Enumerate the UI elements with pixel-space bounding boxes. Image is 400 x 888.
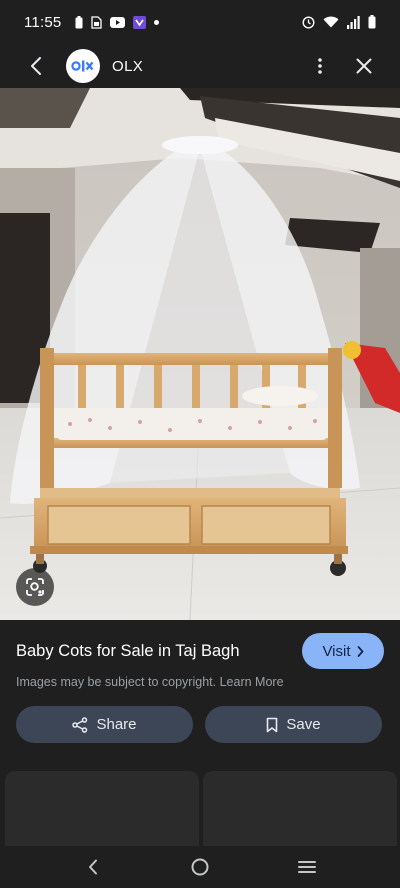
site-name[interactable]: OLX bbox=[112, 58, 143, 75]
nav-recents-button[interactable] bbox=[287, 847, 327, 887]
status-time: 11:55 bbox=[24, 13, 62, 31]
battery-icon bbox=[368, 15, 376, 29]
related-image-card[interactable] bbox=[5, 771, 199, 851]
chevron-right-icon bbox=[357, 645, 364, 657]
result-info-panel: Baby Cots for Sale in Taj Bagh Visit Ima… bbox=[0, 620, 400, 851]
close-button[interactable] bbox=[340, 44, 388, 88]
status-left: 11:55 bbox=[24, 13, 160, 31]
signal-icon bbox=[347, 15, 360, 29]
dot-icon bbox=[154, 19, 160, 25]
lens-icon bbox=[26, 578, 44, 596]
share-button[interactable]: Share bbox=[16, 706, 193, 743]
more-vert-icon bbox=[318, 58, 322, 74]
wifi-icon bbox=[323, 16, 339, 28]
crib-photo bbox=[0, 88, 400, 620]
save-label: Save bbox=[286, 716, 321, 733]
learn-more-link[interactable]: Learn More bbox=[220, 675, 284, 689]
share-icon bbox=[72, 716, 88, 733]
nav-back-icon bbox=[89, 859, 98, 875]
share-label: Share bbox=[96, 716, 137, 733]
nav-recents-icon bbox=[297, 861, 316, 873]
back-button[interactable] bbox=[14, 44, 58, 88]
status-bar: 11:55 bbox=[0, 0, 400, 44]
nav-home-button[interactable] bbox=[180, 847, 220, 887]
visit-label: Visit bbox=[322, 642, 351, 660]
battery-saver-icon bbox=[75, 15, 83, 28]
visit-button[interactable]: Visit bbox=[302, 633, 384, 669]
app-bar: OLX bbox=[0, 44, 400, 88]
close-icon bbox=[356, 58, 372, 74]
youtube-icon bbox=[110, 16, 126, 28]
result-image[interactable] bbox=[0, 88, 400, 620]
result-title[interactable]: Baby Cots for Sale in Taj Bagh bbox=[16, 642, 286, 661]
sim-icon bbox=[91, 15, 103, 29]
status-right bbox=[302, 15, 376, 29]
bookmark-icon bbox=[267, 717, 278, 732]
copyright-text: Images may be subject to copyright. bbox=[16, 675, 217, 689]
more-options-button[interactable] bbox=[300, 44, 340, 88]
copyright-notice: Images may be subject to copyright. Lear… bbox=[16, 675, 284, 689]
system-nav-bar bbox=[0, 846, 400, 888]
notification-icons bbox=[75, 15, 160, 29]
arrow-back-icon bbox=[31, 57, 41, 75]
olx-logo-icon bbox=[71, 60, 94, 72]
site-logo bbox=[66, 49, 100, 83]
app-icon bbox=[133, 15, 147, 29]
alarm-icon bbox=[302, 15, 315, 29]
save-button[interactable]: Save bbox=[205, 706, 382, 743]
nav-back-button[interactable] bbox=[73, 847, 113, 887]
nav-home-icon bbox=[191, 858, 209, 876]
lens-search-button[interactable] bbox=[16, 568, 54, 606]
related-image-card[interactable] bbox=[203, 771, 397, 851]
